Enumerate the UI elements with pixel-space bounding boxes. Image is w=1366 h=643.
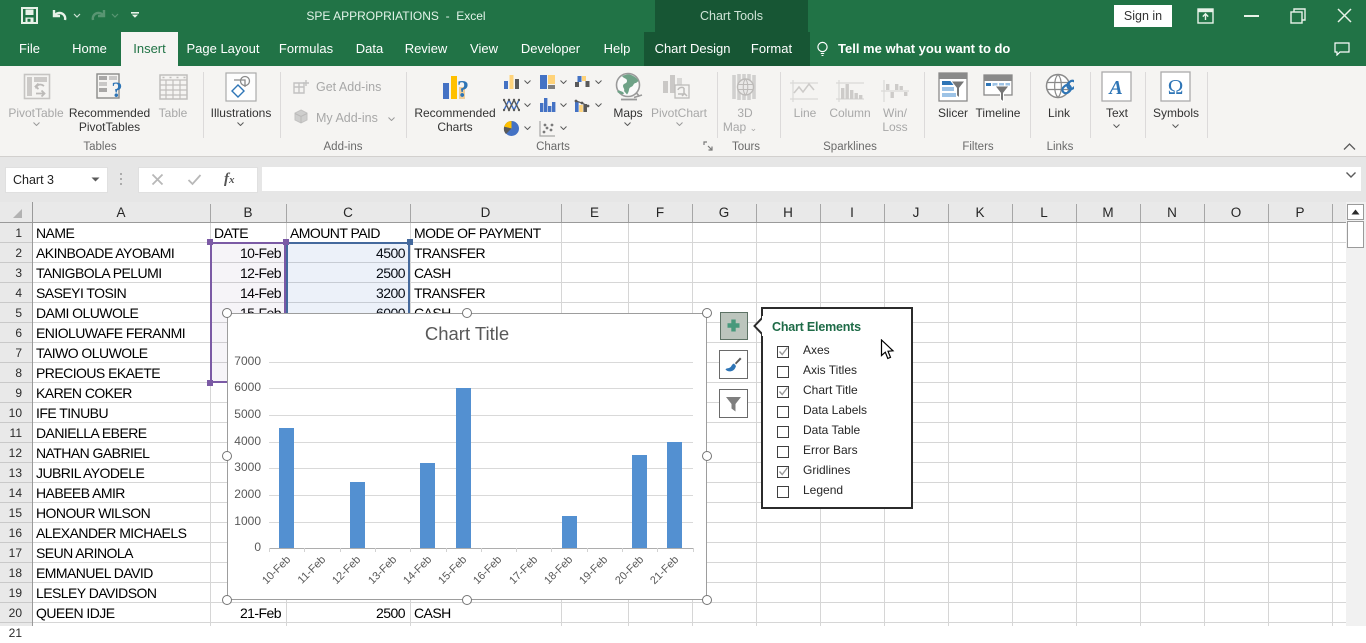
svg-text:Ω: Ω xyxy=(1168,75,1184,99)
svg-text:?: ? xyxy=(457,77,469,101)
svg-text:?: ? xyxy=(112,77,123,101)
svg-text:A: A xyxy=(1107,77,1122,99)
